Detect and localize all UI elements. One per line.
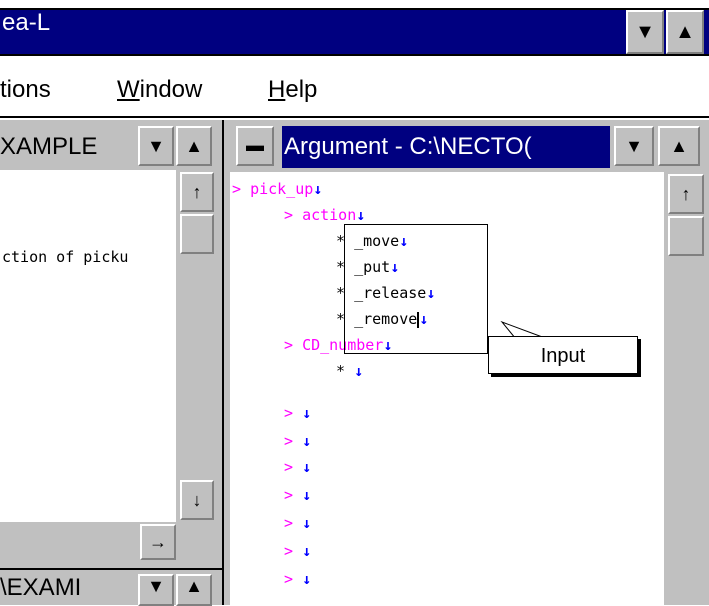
arrow-right-icon: → — [149, 532, 167, 552]
choices-highlight-box — [344, 224, 488, 354]
tree-line[interactable]: * ↓ — [336, 362, 363, 380]
bottom-left-minimize-button[interactable]: ▼ — [138, 574, 174, 606]
left-window-maximize-button[interactable]: ▲ — [176, 126, 212, 166]
left-scroll-thumb[interactable] — [180, 214, 214, 254]
line-end-icon: ↓ — [302, 486, 312, 504]
left-scroll-up-button[interactable]: ↑ — [180, 172, 214, 212]
tree-line[interactable]: > ↓ — [284, 542, 311, 560]
tree-line[interactable]: > ↓ — [284, 486, 311, 504]
menu-options[interactable]: tions — [0, 76, 51, 104]
argument-scroll-thumb[interactable] — [668, 216, 704, 256]
triangle-down-icon: ▼ — [625, 136, 643, 156]
left-window-minimize-button[interactable]: ▼ — [138, 126, 174, 166]
arrow-up-icon: ↑ — [681, 184, 691, 204]
left-scroll-right-button[interactable]: → — [140, 524, 176, 560]
line-end-icon: ↓ — [302, 432, 312, 450]
bottom-left-window-title: \EXAMI — [0, 574, 120, 605]
left-window-text: ction of picku — [2, 248, 129, 266]
line-end-icon: ↓ — [354, 362, 364, 380]
tree-line[interactable]: > ↓ — [284, 514, 311, 532]
triangle-up-icon: ▲ — [675, 21, 695, 43]
line-end-icon: ↓ — [302, 542, 312, 560]
menu-window[interactable]: Window — [117, 76, 202, 104]
triangle-up-icon: ▲ — [670, 136, 688, 156]
input-callout: Input — [488, 336, 638, 374]
bottom-left-maximize-button[interactable]: ▲ — [176, 574, 212, 606]
argument-window-minimize-button[interactable]: ▼ — [614, 126, 654, 166]
triangle-up-icon: ▲ — [185, 576, 203, 596]
maximize-button[interactable]: ▲ — [666, 10, 704, 54]
line-end-icon: ↓ — [313, 180, 323, 198]
menu-help[interactable]: Help — [268, 76, 317, 104]
minimize-bar-icon: ▬ — [246, 135, 264, 155]
arrow-down-icon: ↓ — [192, 490, 202, 510]
line-end-icon: ↓ — [302, 404, 312, 422]
tree-line[interactable]: > ↓ — [284, 404, 311, 422]
argument-scroll-up-button[interactable]: ↑ — [668, 174, 704, 214]
tree-line[interactable]: > pick_up↓ — [232, 180, 322, 198]
tree-line[interactable]: > ↓ — [284, 432, 311, 450]
tree-line[interactable]: > action↓ — [284, 206, 365, 224]
triangle-down-icon: ▼ — [147, 136, 165, 156]
argument-window-system-menu-button[interactable]: ▬ — [236, 126, 274, 166]
triangle-up-icon: ▲ — [185, 136, 203, 156]
left-window-title: XAMPLE — [0, 126, 134, 168]
left-window-content: ction of picku — [0, 170, 176, 522]
argument-window-maximize-button[interactable]: ▲ — [658, 126, 700, 166]
triangle-down-icon: ▼ — [147, 576, 165, 596]
triangle-down-icon: ▼ — [635, 21, 655, 43]
line-end-icon: ↓ — [302, 514, 312, 532]
title-bar — [0, 8, 709, 56]
line-end-icon: ↓ — [302, 458, 312, 476]
left-scroll-down-button[interactable]: ↓ — [180, 480, 214, 520]
tree-line[interactable]: > ↓ — [284, 570, 311, 588]
arrow-up-icon: ↑ — [192, 182, 202, 202]
menu-bar — [0, 56, 709, 118]
argument-window-title: Argument - C:\NECTO( — [282, 126, 610, 168]
app-title: ea-L — [2, 9, 51, 36]
line-end-icon: ↓ — [356, 206, 366, 224]
tree-line[interactable]: > ↓ — [284, 458, 311, 476]
minimize-button[interactable]: ▼ — [626, 10, 664, 54]
line-end-icon: ↓ — [302, 570, 312, 588]
